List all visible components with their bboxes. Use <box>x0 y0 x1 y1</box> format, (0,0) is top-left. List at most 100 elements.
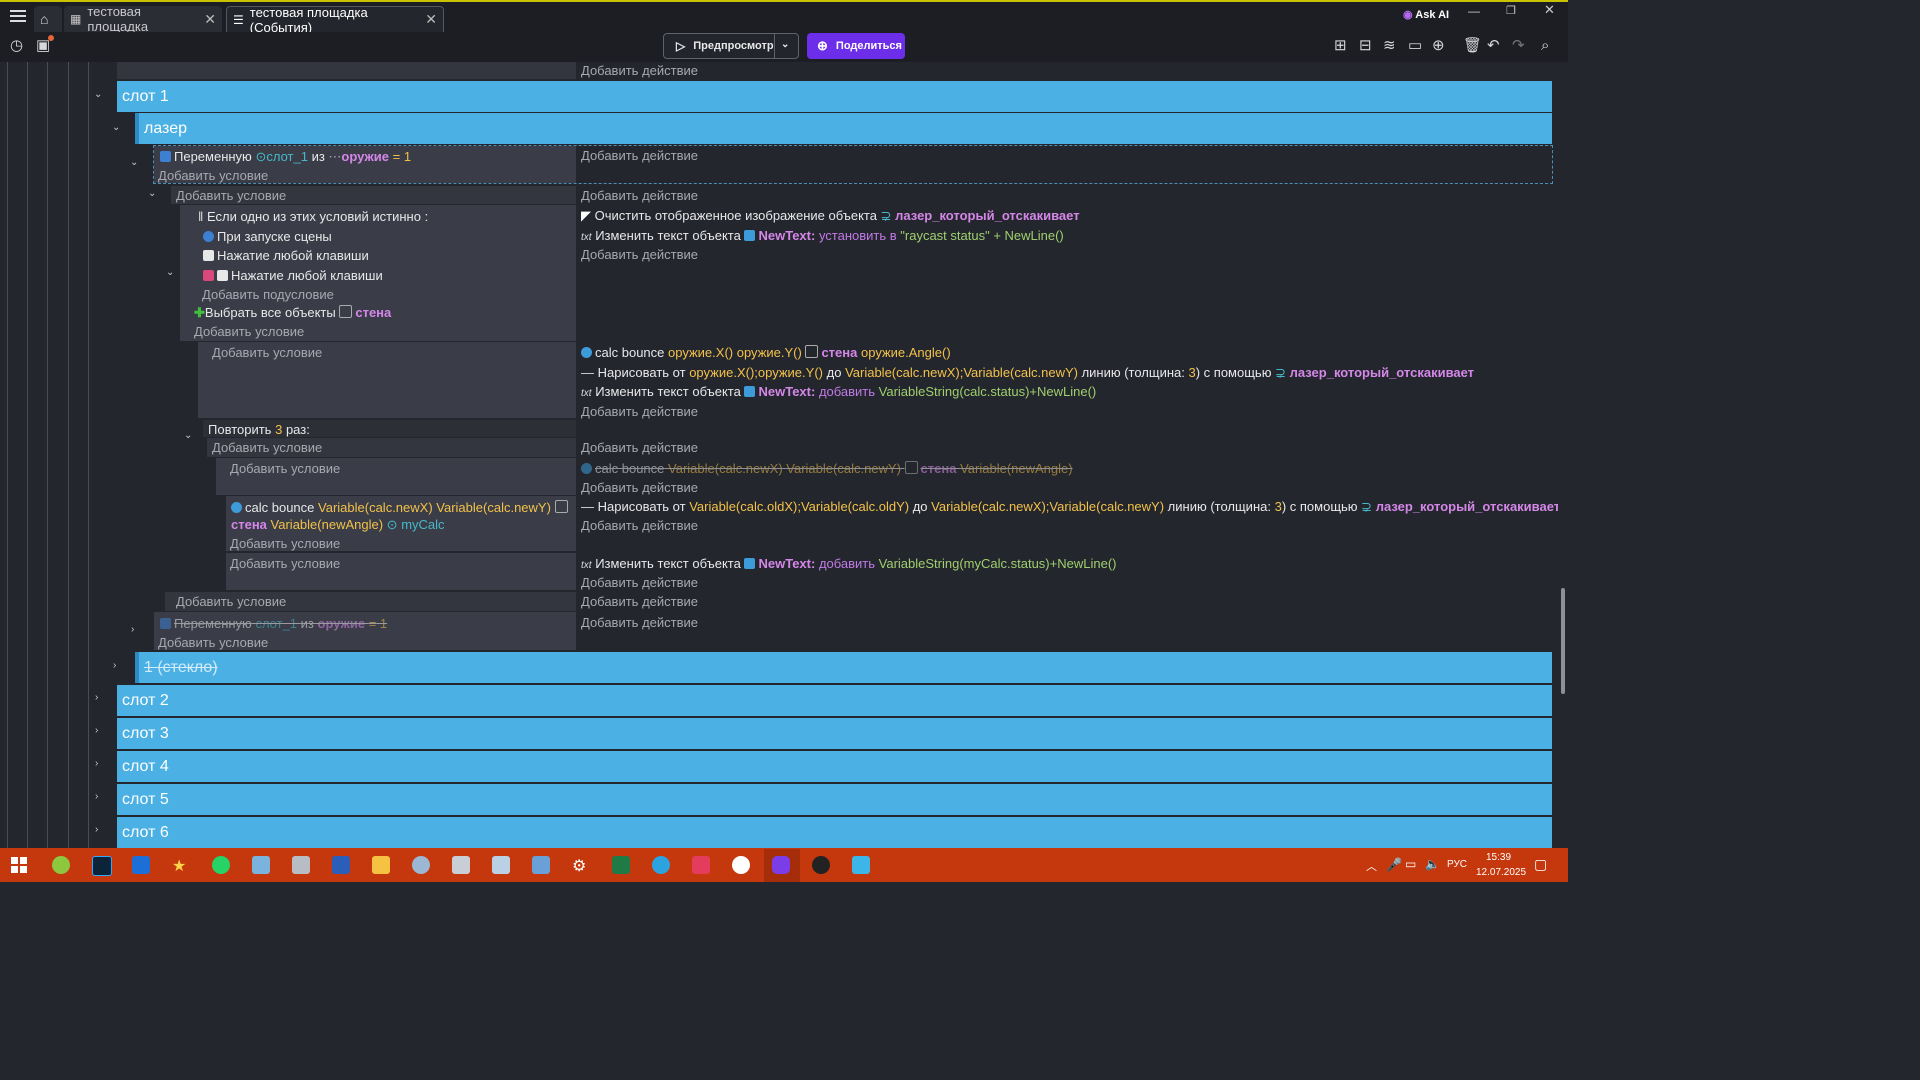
chevron-right-icon[interactable]: › <box>95 791 98 802</box>
add-action-link[interactable]: Добавить действие <box>581 480 698 495</box>
tab-events[interactable]: ☰ тестовая площадка (События) ✕ <box>226 5 444 35</box>
close-icon[interactable]: ✕ <box>204 11 216 28</box>
chevron-right-icon[interactable]: › <box>113 660 116 671</box>
chevron-down-icon[interactable]: ⌄ <box>130 157 138 168</box>
app-icon[interactable] <box>52 856 70 874</box>
clock-time[interactable]: 15:39 <box>1486 852 1511 863</box>
add-condition-link[interactable]: Добавить условие <box>230 461 340 476</box>
calc-bounce-condition[interactable]: calc bounce Variable(calc.newX) Variable… <box>231 500 571 515</box>
add-condition-link[interactable]: Добавить условие <box>194 324 304 339</box>
app-icon[interactable] <box>132 856 150 874</box>
whatsapp-icon[interactable] <box>212 856 230 874</box>
telegram-icon[interactable] <box>652 856 670 874</box>
scrollbar[interactable] <box>1558 62 1568 848</box>
add-other-icon[interactable]: ≋ <box>1383 38 1396 54</box>
app-icon[interactable] <box>252 856 270 874</box>
group-glass[interactable]: 1 (стекло) <box>135 652 1552 683</box>
add-action-link[interactable]: Добавить действие <box>581 575 698 590</box>
group-slot-3[interactable]: слот 3 <box>117 718 1552 749</box>
chevron-right-icon[interactable]: › <box>95 725 98 736</box>
gdevelop-icon[interactable] <box>772 856 790 874</box>
app-icon[interactable] <box>452 856 470 874</box>
add-action-link[interactable]: Добавить действие <box>581 148 698 163</box>
delete-icon[interactable]: 🗑 <box>1463 38 1482 54</box>
group-slot-5[interactable]: слот 5 <box>117 784 1552 815</box>
add-condition-link[interactable]: Добавить условие <box>212 345 322 360</box>
chevron-down-icon[interactable]: ⌄ <box>184 430 192 441</box>
add-subevent-icon[interactable]: ⊟ <box>1359 38 1372 54</box>
tray-chevron-icon[interactable]: ︿ <box>1366 858 1377 874</box>
app-icon[interactable] <box>532 856 550 874</box>
share-button[interactable]: ⊕ Поделиться <box>807 33 905 59</box>
calc-bounce-action[interactable]: calc bounce оружие.X() оружие.Y() стена … <box>581 345 951 360</box>
add-condition-link[interactable]: Добавить условие <box>176 188 286 203</box>
add-subcondition-link[interactable]: Добавить подусловие <box>202 287 334 302</box>
ask-ai-button[interactable]: ◉ Ask AI <box>1403 8 1449 21</box>
clear-image-action[interactable]: ◤ Очистить отображенное изображение объе… <box>581 208 1080 224</box>
condition-area[interactable] <box>117 62 576 79</box>
start-icon[interactable] <box>11 857 27 873</box>
change-text-action[interactable]: txt Изменить текст объекта NewText: доба… <box>581 384 1096 399</box>
add-action-link[interactable]: Добавить действие <box>581 188 698 203</box>
add-action-link[interactable]: Добавить действие <box>581 518 698 533</box>
preview-button[interactable]: ▷ Предпросмотр ⌄ <box>663 33 799 59</box>
chevron-down-icon[interactable]: ⌄ <box>781 39 789 50</box>
draw-line-action[interactable]: — Нарисовать от Variable(calc.oldX);Vari… <box>581 499 1558 515</box>
group-slot-2[interactable]: слот 2 <box>117 685 1552 716</box>
chevron-down-icon[interactable]: ⌄ <box>166 267 174 278</box>
volume-icon[interactable]: 🔈 <box>1425 857 1440 871</box>
add-condition-link[interactable]: Добавить условие <box>176 594 286 609</box>
add-condition-link[interactable]: Добавить условие <box>158 635 268 650</box>
menu-icon[interactable] <box>10 10 26 24</box>
close-icon[interactable]: ✕ <box>425 11 437 28</box>
calc-bounce-condition-cont[interactable]: стена Variable(newAngle) ⊙ myCalc <box>231 517 445 533</box>
any-key-condition[interactable]: Нажатие любой клавиши <box>203 248 369 263</box>
add-condition-link[interactable]: Добавить условие <box>158 168 268 183</box>
history-icon[interactable]: ◷ <box>10 38 23 54</box>
change-text-action[interactable]: txt Изменить текст объекта NewText: уста… <box>581 228 1064 243</box>
var-condition[interactable]: Переменную ⊙слот_1 из ⋯оружие = 1 <box>160 149 411 165</box>
word-icon[interactable] <box>332 856 350 874</box>
app-icon[interactable] <box>852 856 870 874</box>
group-slot-6[interactable]: слот 6 <box>117 817 1552 848</box>
language-indicator[interactable]: РУС <box>1447 859 1467 870</box>
save-icon[interactable]: ▣ <box>36 38 50 54</box>
add-action-link[interactable]: Добавить действие <box>581 63 698 78</box>
disabled-calc-action[interactable]: calc bounce Variable(calc.newX) Variable… <box>581 461 1073 476</box>
chevron-right-icon[interactable]: › <box>95 758 98 769</box>
app-icon[interactable] <box>492 856 510 874</box>
add-condition-link[interactable]: Добавить условие <box>230 556 340 571</box>
restore-button[interactable]: ❐ <box>1506 4 1516 17</box>
add-action-link[interactable]: Добавить действие <box>581 404 698 419</box>
settings-icon[interactable]: ⚙ <box>572 856 590 875</box>
add-condition-link[interactable]: Добавить условие <box>230 536 340 551</box>
group-laser[interactable]: лазер <box>135 113 1552 144</box>
chevron-right-icon[interactable]: › <box>95 824 98 835</box>
chevron-down-icon[interactable]: ⌄ <box>94 89 102 100</box>
chevron-down-icon[interactable]: ⌄ <box>148 188 156 199</box>
tab-scene[interactable]: ▦ тестовая площадка ✕ <box>64 4 222 34</box>
clock-date[interactable]: 12.07.2025 <box>1476 867 1526 878</box>
scrollbar-thumb[interactable] <box>1561 588 1565 694</box>
add-circle-icon[interactable]: ⊕ <box>1432 38 1445 54</box>
add-action-link[interactable]: Добавить действие <box>581 440 698 455</box>
redo-icon[interactable]: ↷ <box>1512 38 1525 54</box>
close-window-button[interactable]: ✕ <box>1544 2 1555 18</box>
repeat-label[interactable]: Повторить 3 раз: <box>208 422 310 437</box>
excel-icon[interactable] <box>612 856 630 874</box>
disabled-var-condition[interactable]: Переменную слот_1 из оружие = 1 <box>160 616 387 631</box>
minimize-button[interactable]: — <box>1468 4 1480 18</box>
comment-icon[interactable]: ▭ <box>1408 38 1422 54</box>
notifications-icon[interactable]: ▢ <box>1534 856 1547 873</box>
home-tab[interactable]: ⌂ <box>34 6 62 32</box>
app-icon[interactable] <box>692 856 710 874</box>
photoshop-icon[interactable] <box>92 856 112 876</box>
pick-all-condition[interactable]: ✚Выбрать все объекты стена <box>194 305 391 321</box>
add-action-link[interactable]: Добавить действие <box>581 615 698 630</box>
group-slot-1[interactable]: слот 1 <box>117 81 1552 112</box>
undo-icon[interactable]: ↶ <box>1487 38 1500 54</box>
search-icon[interactable]: ⌕ <box>1541 38 1549 54</box>
inverted-any-key-condition[interactable]: Нажатие любой клавиши <box>203 268 383 283</box>
scene-start-condition[interactable]: При запуске сцены <box>203 229 332 244</box>
chevron-down-icon[interactable]: ⌄ <box>112 122 120 133</box>
